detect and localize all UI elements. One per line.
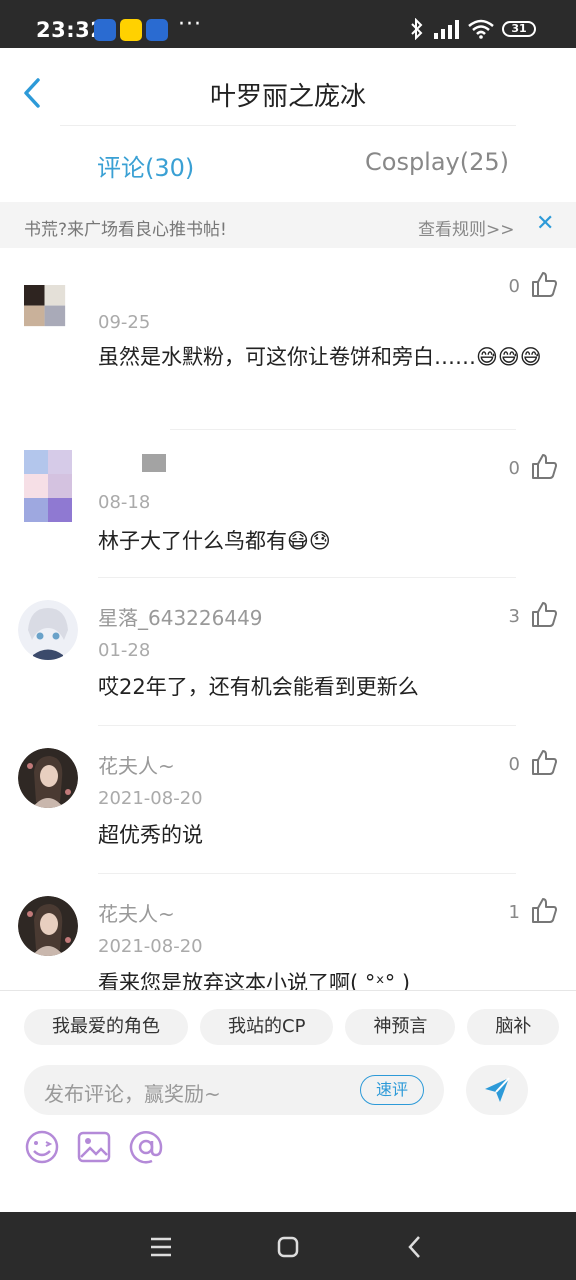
like-count: 3 — [508, 606, 520, 627]
avatar[interactable] — [24, 450, 72, 522]
meituan-notification-icon — [120, 19, 142, 41]
avatar[interactable] — [18, 748, 78, 808]
comment-date: 09-25 — [98, 312, 151, 333]
tab-comments[interactable]: 评论(30) — [97, 148, 194, 183]
comment-input-placeholder: 发布评论，赢奖励~ — [44, 1082, 221, 1106]
comment-date: 2021-08-20 — [98, 788, 203, 809]
thumbs-up-icon[interactable] — [530, 600, 558, 628]
comment-item: 花夫人~ 2021-08-20 超优秀的说 0 — [0, 726, 576, 874]
comment-date: 2021-08-20 — [98, 936, 203, 957]
tab-bar: 评论(30) Cosplay(25) — [0, 126, 576, 202]
like-count: 1 — [508, 902, 520, 923]
comment-text[interactable]: 虽然是水默粉，可这你让卷饼和旁白……😅😅😅 — [98, 340, 554, 374]
avatar[interactable] — [18, 600, 78, 660]
close-icon[interactable]: ✕ — [536, 211, 554, 236]
comment-username[interactable]: 花夫人~ — [98, 750, 175, 779]
comment-item: 09-25 虽然是水默粉，可这你让卷饼和旁白……😅😅😅 0 — [0, 248, 576, 428]
avatar[interactable] — [18, 896, 78, 956]
page-title: 叶罗丽之庞冰 — [209, 82, 366, 112]
topic-chip[interactable]: 脑补 — [467, 1009, 560, 1045]
like-count: 0 — [508, 276, 520, 297]
avatar[interactable] — [24, 262, 72, 332]
comment-date: 01-28 — [98, 640, 151, 661]
comment-username[interactable]: 花夫人~ — [98, 898, 175, 927]
comment-item: 星落_643226449 01-28 哎22年了，还有机会能看到更新么 3 — [0, 578, 576, 726]
thumbs-up-icon[interactable] — [530, 270, 558, 298]
comment-composer: 我最爱的角色 我站的CP 神预言 脑补 发布评论，赢奖励~ 速评 — [0, 990, 576, 1212]
app-notification-icon — [94, 19, 116, 41]
send-icon — [485, 1077, 510, 1102]
view-rules-link[interactable]: 查看规则>> — [418, 215, 515, 240]
comment-list[interactable]: 09-25 虽然是水默粉，可这你让卷饼和旁白……😅😅😅 0 08-18 林子大了… — [0, 248, 576, 990]
comment-date: 08-18 — [98, 492, 151, 513]
like-count: 0 — [508, 754, 520, 775]
thumbs-up-icon[interactable] — [530, 896, 558, 924]
image-icon[interactable] — [76, 1129, 112, 1165]
home-icon[interactable] — [275, 1234, 301, 1260]
header: 叶罗丽之庞冰 — [0, 48, 576, 126]
comment-text[interactable]: 看来您是放弃这本小说了啊( °ˣ° ) — [98, 966, 554, 990]
comment-input[interactable]: 发布评论，赢奖励~ 速评 — [24, 1065, 444, 1115]
notice-text[interactable]: 书荒?来广场看良心推书帖! — [24, 215, 227, 240]
system-nav-bar — [0, 1212, 576, 1280]
back-icon[interactable] — [402, 1234, 428, 1260]
comment-text[interactable]: 超优秀的说 — [98, 818, 554, 852]
level-badge — [142, 454, 166, 472]
topic-chips: 我最爱的角色 我站的CP 神预言 脑补 — [24, 1009, 576, 1047]
thumbs-up-icon[interactable] — [530, 748, 558, 776]
more-notifications-icon: ··· — [178, 12, 202, 37]
battery-icon: 31 — [502, 21, 536, 37]
topic-chip[interactable]: 神预言 — [345, 1009, 456, 1045]
mention-icon[interactable] — [128, 1129, 164, 1165]
quick-comment-button[interactable]: 速评 — [360, 1075, 424, 1105]
menu-icon[interactable] — [148, 1234, 174, 1260]
send-button[interactable] — [466, 1065, 528, 1115]
comment-item: 08-18 林子大了什么鸟都有😷😓 0 — [0, 430, 576, 578]
comment-username[interactable]: 星落_643226449 — [98, 602, 263, 631]
topic-chip[interactable]: 我最爱的角色 — [24, 1009, 188, 1045]
app-notification-icon — [146, 19, 168, 41]
tab-cosplay[interactable]: Cosplay(25) — [365, 148, 509, 176]
wifi-icon — [468, 19, 494, 39]
thumbs-up-icon[interactable] — [530, 452, 558, 480]
comment-item: 花夫人~ 2021-08-20 看来您是放弃这本小说了啊( °ˣ° ) 1 — [0, 874, 576, 990]
signal-icon — [434, 20, 459, 39]
emoji-icon[interactable] — [24, 1129, 60, 1165]
status-bar: 23:32 ··· 31 — [0, 0, 576, 48]
comment-text[interactable]: 林子大了什么鸟都有😷😓 — [98, 524, 554, 558]
comment-text[interactable]: 哎22年了，还有机会能看到更新么 — [98, 670, 554, 704]
like-count: 0 — [508, 458, 520, 479]
notice-bar: 书荒?来广场看良心推书帖! 查看规则>> ✕ — [0, 202, 576, 248]
topic-chip[interactable]: 我站的CP — [200, 1009, 334, 1045]
bluetooth-icon — [411, 18, 423, 40]
